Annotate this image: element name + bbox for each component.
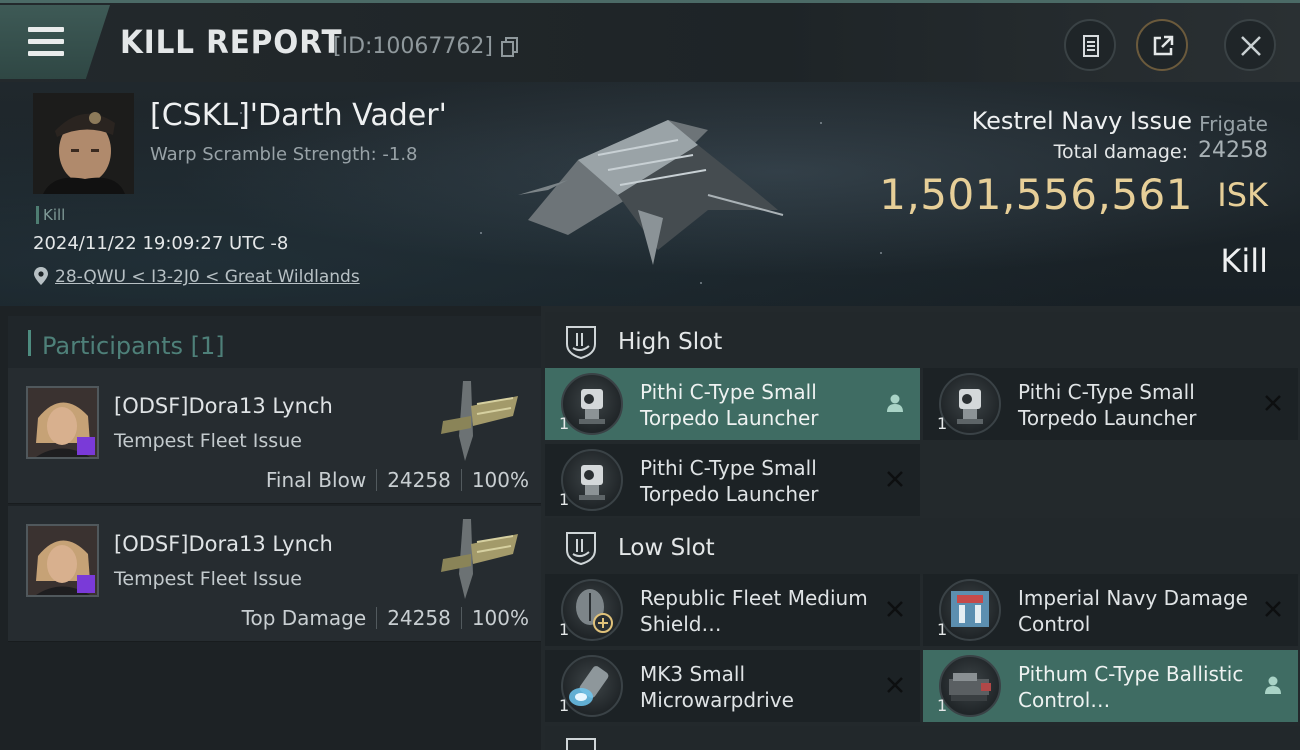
destroyed-icon	[1265, 395, 1281, 411]
participants-header: Participants [1]	[8, 316, 541, 372]
copy-icon[interactable]	[501, 37, 519, 57]
high-slot-header: High Slot	[545, 312, 1300, 370]
module-quantity: 1	[559, 490, 570, 509]
module-quantity: 1	[937, 696, 948, 715]
module-name: Pithi C-Type Small Torpedo Launcher	[1018, 380, 1197, 430]
module-slot[interactable]: 1 Pithi C-Type Small Torpedo Launcher	[923, 368, 1298, 440]
destroyed-icon	[1265, 601, 1281, 617]
shield-extender-icon	[561, 579, 623, 641]
total-damage-label: Total damage:	[1053, 141, 1188, 163]
destroyed-icon	[887, 677, 903, 693]
module-slot[interactable]: 1 Pithi C-Type Small Torpedo Launcher	[545, 444, 920, 516]
participant-ship: Tempest Fleet Issue	[114, 568, 302, 590]
fitting-panel: High Slot 1 Pithi C-Type Small Torpedo L…	[541, 306, 1300, 750]
module-name: Republic Fleet Medium Shield…	[640, 586, 868, 636]
kill-result: Kill	[1220, 242, 1268, 280]
victim-portrait[interactable]	[33, 93, 134, 194]
module-name: Pithi C-Type Small Torpedo Launcher	[640, 380, 819, 430]
mid-slot-icon	[566, 738, 596, 750]
close-icon	[1241, 36, 1261, 56]
participant-ship-image	[441, 381, 518, 461]
kill-datetime: 2024/11/22 19:09:27 UTC -8	[33, 233, 289, 254]
kill-summary-banner: [CSKL]'Darth Vader' Warp Scramble Streng…	[0, 82, 1300, 306]
section-accent-bar	[28, 330, 31, 356]
isk-value: 1,501,556,561	[879, 170, 1193, 219]
microwarpdrive-icon	[561, 655, 623, 717]
participant-avatar[interactable]	[26, 386, 99, 459]
participant-stats: Top Damage 24258 100%	[242, 606, 529, 630]
module-name: Pithum C-Type Ballistic Control…	[1018, 662, 1244, 712]
clipboard-icon	[1083, 35, 1099, 57]
participant-name[interactable]: [ODSF]Dora13 Lynch	[114, 532, 333, 556]
report-id: [ID:10067762]	[333, 34, 493, 59]
module-name: MK3 Small Microwarpdrive	[640, 662, 794, 712]
victim-ship-image	[518, 120, 784, 265]
destroyed-icon	[887, 471, 903, 487]
location-link[interactable]: 28-QWU < I3-2J0 < Great Wildlands	[55, 267, 360, 287]
participant-ship-image	[441, 519, 518, 599]
menu-button[interactable]	[0, 5, 110, 79]
participant-card[interactable]: [ODSF]Dora13 Lynch Tempest Fleet Issue F…	[8, 368, 541, 504]
low-slot-title: Low Slot	[618, 535, 715, 561]
participant-avatar[interactable]	[26, 524, 99, 597]
damage-control-icon	[939, 579, 1001, 641]
module-slot[interactable]: 1 MK3 Small Microwarpdrive	[545, 650, 920, 722]
participant-damage: 24258	[387, 606, 451, 630]
corp-badge-icon	[77, 575, 95, 593]
module-slot[interactable]: 1 Republic Fleet Medium Shield…	[545, 574, 920, 646]
participant-role: Final Blow	[265, 468, 367, 492]
high-slot-icon	[566, 326, 596, 360]
share-icon	[1153, 35, 1174, 56]
participant-percent: 100%	[471, 468, 529, 492]
participant-card[interactable]: [ODSF]Dora13 Lynch Tempest Fleet Issue T…	[8, 506, 541, 642]
participants-title: Participants [1]	[42, 332, 225, 360]
ballistic-control-icon	[939, 655, 1001, 717]
module-quantity: 1	[559, 620, 570, 639]
module-quantity: 1	[937, 620, 948, 639]
kill-tag: Kill	[36, 206, 65, 224]
module-quantity: 1	[559, 414, 570, 433]
close-button[interactable]	[1224, 19, 1276, 71]
ship-name[interactable]: Kestrel Navy Issue	[972, 107, 1192, 135]
torpedo-launcher-icon	[561, 449, 623, 511]
module-name: Imperial Navy Damage Control	[1018, 586, 1248, 636]
warp-scramble-strength: Warp Scramble Strength: -1.8	[150, 144, 418, 165]
module-name: Pithi C-Type Small Torpedo Launcher	[640, 456, 819, 506]
high-slot-title: High Slot	[618, 329, 723, 355]
module-slot[interactable]: 1 Pithum C-Type Ballistic Control…	[923, 650, 1298, 722]
person-icon	[1265, 676, 1281, 694]
participant-percent: 100%	[471, 606, 529, 630]
share-button[interactable]	[1136, 19, 1188, 71]
participants-panel: Participants [1] [ODSF]Dora13 Lynch Temp…	[0, 306, 541, 750]
module-quantity: 1	[937, 414, 948, 433]
module-slot[interactable]: 1 Imperial Navy Damage Control	[923, 574, 1298, 646]
header-bar: KILL REPORT [ID:10067762]	[0, 0, 1300, 82]
location-pin-icon	[34, 267, 48, 285]
module-slot[interactable]: 1 Pithi C-Type Small Torpedo Launcher	[545, 368, 920, 440]
participant-name[interactable]: [ODSF]Dora13 Lynch	[114, 394, 333, 418]
next-slot-header	[545, 726, 1300, 750]
torpedo-launcher-icon	[561, 373, 623, 435]
clipboard-button[interactable]	[1064, 19, 1116, 71]
isk-unit: ISK	[1217, 176, 1268, 214]
ship-class: Frigate	[1199, 112, 1268, 136]
destroyed-icon	[887, 601, 903, 617]
page-title: KILL REPORT	[120, 23, 343, 61]
participant-ship: Tempest Fleet Issue	[114, 430, 302, 452]
torpedo-launcher-icon	[939, 373, 1001, 435]
participant-damage: 24258	[387, 468, 451, 492]
person-icon	[887, 394, 903, 412]
victim-name[interactable]: [CSKL]'Darth Vader'	[150, 98, 447, 133]
participant-stats: Final Blow 24258 100%	[266, 468, 529, 492]
total-damage-value: 24258	[1198, 138, 1268, 163]
corp-badge-icon	[77, 437, 95, 455]
low-slot-icon	[566, 532, 596, 566]
hamburger-icon	[28, 27, 64, 57]
low-slot-header: Low Slot	[545, 518, 1300, 576]
module-quantity: 1	[559, 696, 570, 715]
participant-role: Top Damage	[241, 606, 367, 630]
